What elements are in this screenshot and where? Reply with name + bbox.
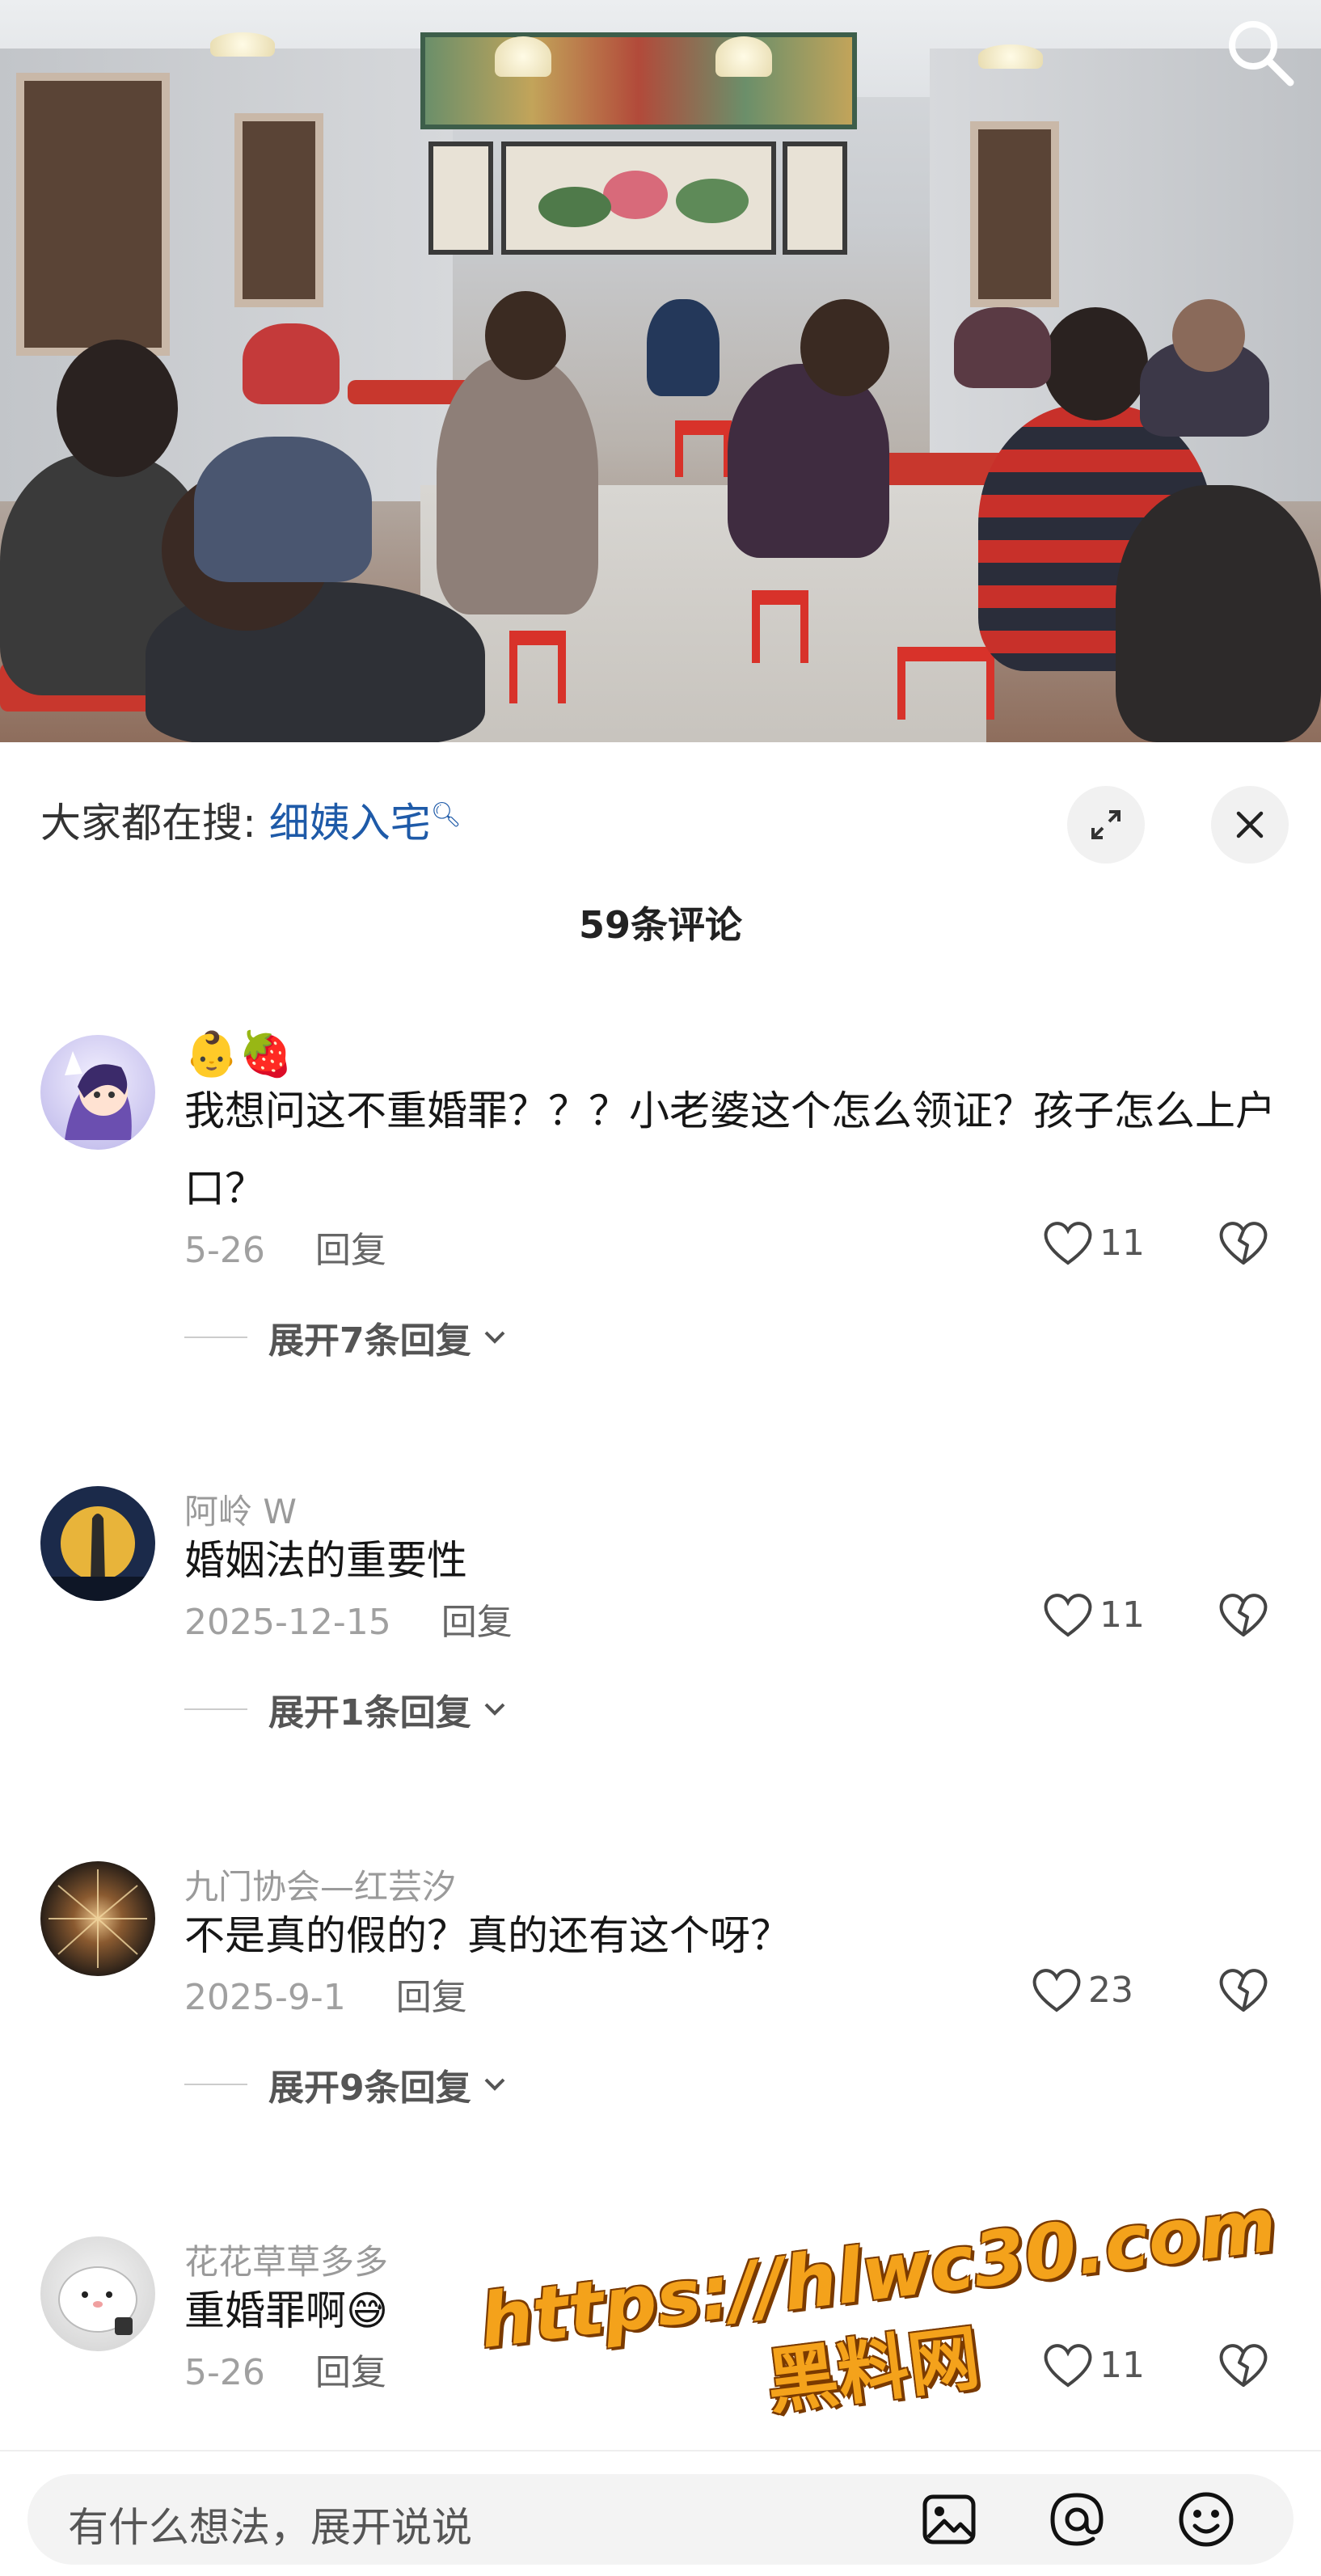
chevron-down-icon [484, 2078, 505, 2091]
video-player[interactable] [0, 0, 1321, 742]
dislike-button[interactable] [1217, 1591, 1270, 1641]
comment-input-placeholder: 有什么想法，展开说说 [68, 2504, 472, 2551]
trending-search[interactable]: 大家都在搜: 细姨入宅🔍︎ [40, 791, 462, 849]
search-icon: 🔍︎ [430, 800, 462, 830]
like-button[interactable]: 11 [1043, 1219, 1145, 1266]
expand-replies-label: 展开1条回复 [268, 1692, 471, 1734]
heart-icon [1044, 1594, 1092, 1637]
expand-icon [1091, 810, 1121, 839]
painting-lotus [501, 141, 776, 255]
diner [1116, 485, 1321, 742]
comment-text: 婚姻法的重要性 [184, 1537, 467, 1584]
diner [647, 299, 720, 396]
decorative-frieze [420, 32, 857, 129]
reply-button[interactable]: 回复 [315, 1230, 386, 1271]
comment-meta: 2025-9-1 回复 [184, 1968, 467, 2020]
image-icon[interactable] [917, 2487, 981, 2552]
comment-meta: 2025-12-15 回复 [184, 1593, 513, 1645]
search-icon[interactable] [1222, 15, 1297, 89]
expand-replies-button[interactable]: 展开7条回复 [184, 1311, 507, 1363]
comment-date: 5-26 [184, 1230, 265, 1271]
reply-button[interactable]: 回复 [315, 2352, 386, 2393]
diner-head [800, 299, 889, 396]
comment-text: 重婚罪啊😅 [184, 2287, 389, 2334]
comment-input-bar: 有什么想法，展开说说 [0, 2450, 1321, 2576]
ceiling-light [210, 32, 275, 57]
expand-replies-button[interactable]: 展开1条回复 [184, 1683, 507, 1735]
broken-heart-icon [1219, 2344, 1268, 2387]
like-count: 11 [1099, 2344, 1145, 2386]
comment-text: 我想问这不重婚罪？？？小老婆这个怎么领证？孩子怎么上户口？ [184, 1087, 1276, 1212]
close-button[interactable] [1211, 786, 1289, 864]
like-button[interactable]: 11 [1043, 1591, 1145, 1638]
dislike-button[interactable] [1217, 2342, 1270, 2392]
comment-date: 2025-12-15 [184, 1602, 391, 1643]
red-stool [509, 631, 566, 703]
expand-sheet-button[interactable] [1067, 786, 1145, 864]
broken-heart-icon [1219, 1969, 1268, 2012]
trending-search-term[interactable]: 细姨入宅 [269, 800, 431, 847]
red-stool [897, 647, 994, 720]
expand-replies-label: 展开9条回复 [268, 2067, 471, 2109]
like-count: 23 [1088, 1969, 1133, 2011]
emoji-icon[interactable] [1174, 2487, 1239, 2552]
chevron-down-icon [484, 1331, 505, 1344]
comment-text: 不是真的假的？真的还有这个呀？ [184, 1912, 791, 1959]
heart-icon [1044, 2344, 1092, 2388]
diner-head [1043, 307, 1148, 420]
diner [243, 323, 340, 404]
avatar[interactable] [40, 2236, 155, 2351]
red-stool [752, 590, 808, 663]
comment-date: 2025-9-1 [184, 1977, 346, 2018]
divider [184, 1708, 247, 1710]
dislike-button[interactable] [1217, 1966, 1270, 2016]
like-button[interactable]: 23 [1032, 1966, 1133, 2013]
comment-meta: 5-26 回复 [184, 2343, 386, 2395]
comment-sheet: 大家都在搜: 细姨入宅🔍︎ 59条评论 👶🍓 我想问这不重婚罪？？？小老婆这个怎… [0, 742, 1321, 2576]
diner-head [57, 340, 178, 477]
diner [728, 364, 889, 558]
like-count: 11 [1099, 1222, 1145, 1264]
dislike-button[interactable] [1217, 1219, 1270, 1269]
diner-head [485, 291, 566, 380]
avatar[interactable] [40, 1035, 155, 1150]
ceiling-light [978, 44, 1043, 69]
painting-small-left [428, 141, 493, 255]
diner [954, 307, 1051, 388]
comment-meta: 5-26 回复 [184, 1221, 386, 1273]
heart-icon [1032, 1969, 1081, 2012]
chandelier [495, 36, 551, 77]
like-count: 11 [1099, 1594, 1145, 1636]
chandelier [715, 36, 772, 77]
expand-replies-button[interactable]: 展开9条回复 [184, 2059, 507, 2110]
divider [184, 1337, 247, 1338]
expand-replies-label: 展开7条回复 [268, 1320, 471, 1362]
red-stool [675, 420, 732, 477]
door-left [16, 73, 170, 356]
door-left-2 [234, 113, 323, 307]
divider [184, 2084, 247, 2085]
comment-date: 5-26 [184, 2352, 265, 2393]
door-right [970, 121, 1059, 307]
diner [194, 437, 372, 582]
comment-count: 59条评论 [578, 903, 742, 947]
close-icon [1236, 811, 1264, 838]
mention-icon[interactable] [1045, 2487, 1109, 2552]
diner-head [1172, 299, 1245, 372]
avatar[interactable] [40, 1486, 155, 1601]
like-button[interactable]: 11 [1043, 2342, 1145, 2388]
avatar[interactable] [40, 1861, 155, 1976]
comment-input[interactable]: 有什么想法，展开说说 [27, 2474, 1294, 2565]
painting-small-right [783, 141, 847, 255]
reply-button[interactable]: 回复 [441, 1602, 513, 1643]
broken-heart-icon [1219, 1594, 1268, 1636]
diner [437, 356, 598, 614]
broken-heart-icon [1219, 1222, 1268, 1265]
chevron-down-icon [484, 1703, 505, 1716]
reply-button[interactable]: 回复 [396, 1977, 467, 2018]
trending-search-label: 大家都在搜: [40, 800, 256, 847]
heart-icon [1044, 1222, 1092, 1265]
